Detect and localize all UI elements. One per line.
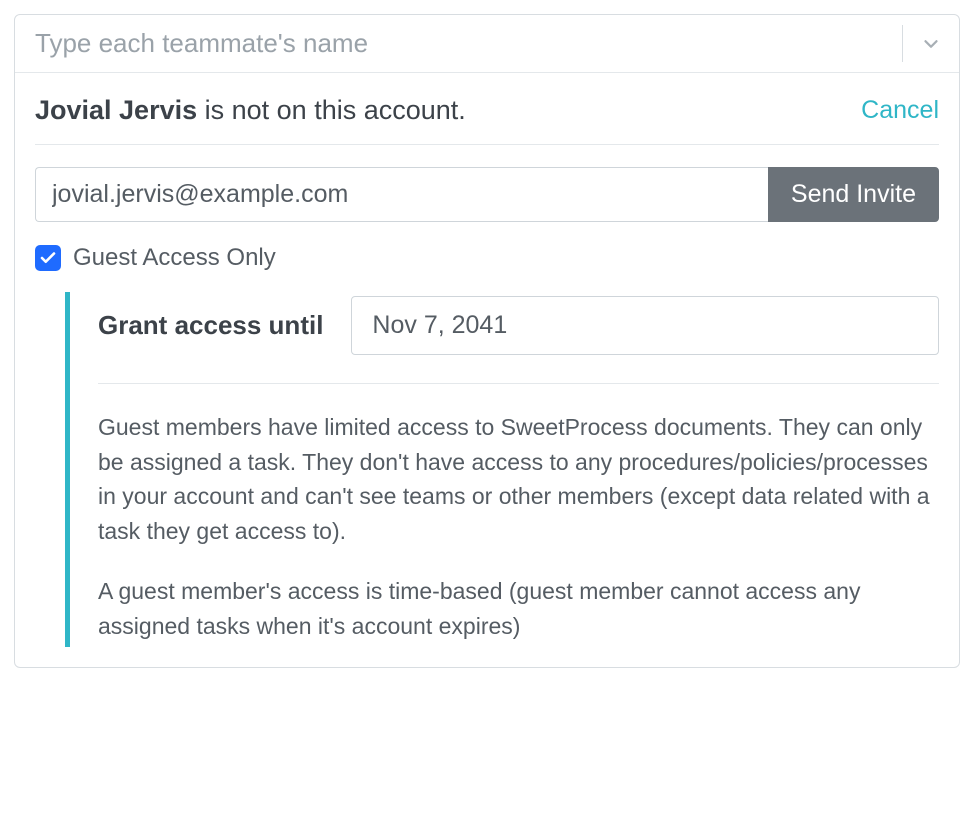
checkmark-icon bbox=[39, 249, 57, 267]
status-suffix: is not on this account. bbox=[197, 95, 466, 125]
guest-description-p1: Guest members have limited access to Swe… bbox=[98, 410, 939, 548]
send-invite-button[interactable]: Send Invite bbox=[768, 167, 939, 222]
guest-access-checkbox[interactable] bbox=[35, 245, 61, 271]
invite-row: Send Invite bbox=[35, 167, 939, 222]
teammate-dropdown-toggle[interactable] bbox=[903, 15, 959, 72]
account-status-text: Jovial Jervis is not on this account. bbox=[35, 95, 466, 126]
chevron-down-icon bbox=[920, 33, 942, 55]
invitee-name: Jovial Jervis bbox=[35, 95, 197, 125]
guest-access-checkbox-row: Guest Access Only bbox=[35, 244, 939, 272]
teammate-name-input[interactable] bbox=[33, 27, 884, 60]
teammate-input-wrap bbox=[15, 15, 902, 72]
grant-access-row: Grant access until bbox=[98, 296, 939, 384]
guest-access-label: Guest Access Only bbox=[73, 244, 276, 272]
guest-description-p2: A guest member's access is time-based (g… bbox=[98, 574, 939, 643]
cancel-button[interactable]: Cancel bbox=[861, 96, 939, 125]
guest-details-block: Grant access until Guest members have li… bbox=[65, 292, 939, 647]
teammate-select[interactable] bbox=[15, 15, 959, 73]
grant-access-label: Grant access until bbox=[98, 310, 323, 341]
email-field[interactable] bbox=[35, 167, 768, 222]
guest-description: Guest members have limited access to Swe… bbox=[98, 410, 939, 643]
invite-panel: Jovial Jervis is not on this account. Ca… bbox=[14, 14, 960, 668]
panel-body: Jovial Jervis is not on this account. Ca… bbox=[15, 73, 959, 667]
grant-access-date-input[interactable] bbox=[351, 296, 939, 355]
account-status-row: Jovial Jervis is not on this account. Ca… bbox=[35, 95, 939, 145]
